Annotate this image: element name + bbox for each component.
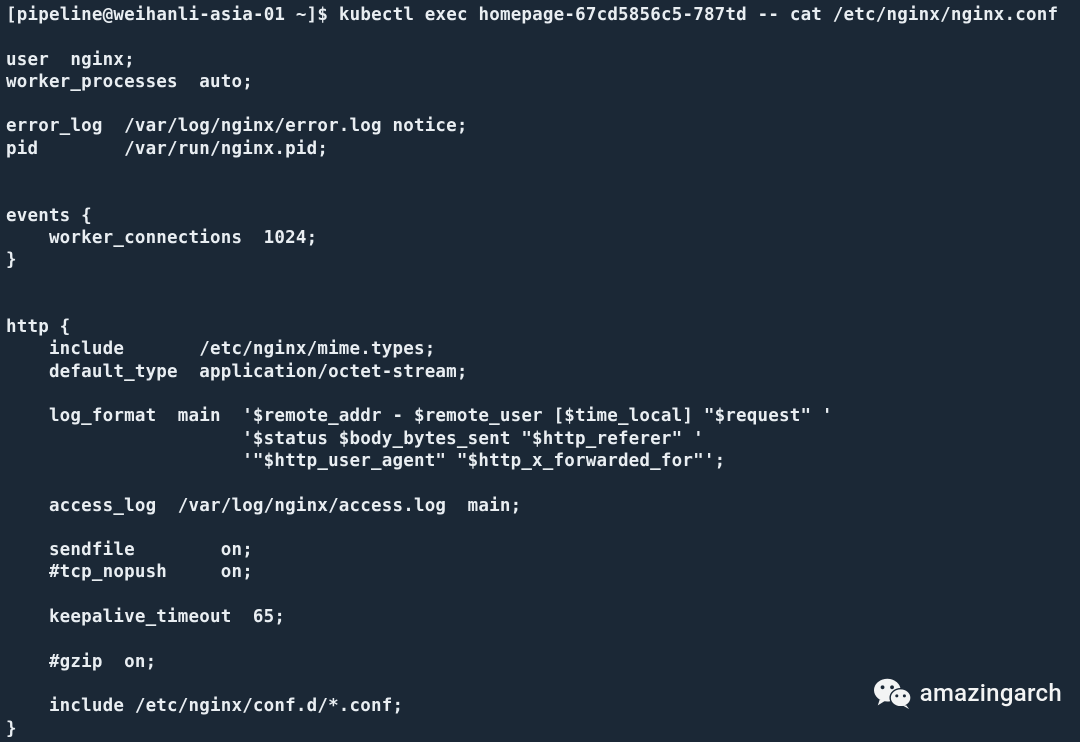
watermark: amazingarch [874,676,1062,710]
prompt-open-bracket: [ [6,5,17,25]
watermark-text: amazingarch [920,682,1062,704]
output-line: } [6,719,17,739]
prompt-host: weihanli-asia-01 [113,5,285,25]
output-line: events { [6,206,92,226]
prompt-close-bracket: ] [307,5,318,25]
wechat-icon [874,676,912,710]
prompt-user: pipeline [17,5,103,25]
prompt-cwd: ~ [296,5,307,25]
command-text: kubectl exec homepage-67cd5856c5-787td -… [339,5,1058,25]
output-line: pid /var/run/nginx.pid; [6,139,328,159]
prompt-symbol: $ [317,5,328,25]
output-line: worker_connections 1024; [6,228,317,248]
output-line: include /etc/nginx/mime.types; [6,339,435,359]
output-line: access_log /var/log/nginx/access.log mai… [6,496,521,516]
prompt-gap [328,5,339,25]
output-line: #gzip on; [6,652,156,672]
output-line: } [6,250,17,270]
output-line: log_format main '$remote_addr - $remote_… [6,406,833,426]
output-line: '"$http_user_agent" "$http_x_forwarded_f… [6,451,725,471]
output-line: error_log /var/log/nginx/error.log notic… [6,116,468,136]
output-line: user nginx; [6,50,135,70]
output-line: worker_processes auto; [6,72,253,92]
terminal-window[interactable]: [pipeline@weihanli-asia-01 ~]$ kubectl e… [0,0,1080,742]
output-line: '$status $body_bytes_sent "$http_referer… [6,429,704,449]
output-line: include /etc/nginx/conf.d/*.conf; [6,696,403,716]
output-line: default_type application/octet-stream; [6,362,468,382]
prompt-space [285,5,296,25]
output-line: keepalive_timeout 65; [6,607,285,627]
output-line: #tcp_nopush on; [6,562,253,582]
output-line: sendfile on; [6,540,253,560]
output-line: http { [6,317,70,337]
prompt-at: @ [103,5,114,25]
